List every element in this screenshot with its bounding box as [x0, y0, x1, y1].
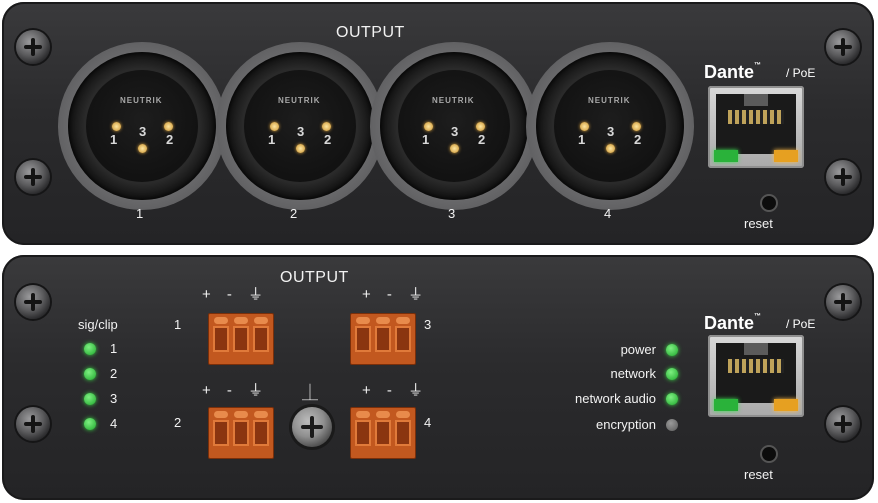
sig-clip-led-1: [84, 343, 96, 355]
terminal-block-output-3[interactable]: [350, 313, 416, 365]
xlr-output-connector-1[interactable]: NEUTRIK 1 3 2: [58, 42, 226, 210]
panel-screw-icon: [16, 407, 50, 441]
pin-label: 1: [268, 132, 276, 147]
pin-label: 2: [166, 132, 174, 147]
rj45-ethernet-port[interactable]: [708, 335, 804, 417]
ground-screw-icon[interactable]: [292, 407, 332, 447]
terminal-block-output-2[interactable]: [208, 407, 274, 459]
pin-label: 2: [478, 132, 486, 147]
panel-screw-icon: [826, 160, 860, 194]
pin-label: 3: [451, 124, 459, 139]
terminal-number-4: 4: [424, 415, 432, 430]
panel-screw-icon: [826, 285, 860, 319]
pin-label: 1: [422, 132, 430, 147]
panel-screw-icon: [826, 407, 860, 441]
poe-label: / PoE: [786, 317, 816, 331]
neutrik-brand: NEUTRIK: [120, 96, 163, 105]
sig-clip-led-2: [84, 368, 96, 380]
connector-number-3: 3: [448, 206, 456, 221]
network-led: [666, 368, 678, 380]
pin-label: 3: [297, 124, 305, 139]
panel-screw-icon: [16, 285, 50, 319]
sig-clip-channel-2: 2: [110, 366, 118, 381]
bottom-panel-title: OUTPUT: [280, 269, 349, 286]
polarity-label: + - ⏚: [362, 382, 430, 399]
reset-label: reset: [744, 216, 773, 231]
top-output-panel: OUTPUT NEUTRIK 1 3 2 1 NEUTRIK 1 3 2 2 N…: [2, 2, 874, 245]
xlr-pin-icon: [424, 122, 433, 131]
xlr-pin-icon: [606, 144, 615, 153]
pin-label: 2: [634, 132, 642, 147]
connector-number-4: 4: [604, 206, 612, 221]
panel-screw-icon: [826, 30, 860, 64]
trademark: ™: [754, 313, 762, 320]
poe-label: / PoE: [786, 66, 816, 80]
pin-label: 3: [139, 124, 147, 139]
pin-label: 3: [607, 124, 615, 139]
sig-clip-label: sig/clip: [78, 317, 118, 332]
neutrik-brand: NEUTRIK: [278, 96, 321, 105]
status-label-encryption: encryption: [596, 417, 656, 432]
xlr-pin-icon: [632, 122, 641, 131]
trademark: ™: [754, 62, 762, 69]
sig-clip-led-3: [84, 393, 96, 405]
terminal-number-1: 1: [174, 317, 182, 332]
reset-button[interactable]: [762, 447, 776, 461]
status-label-network: network: [610, 366, 656, 381]
panel-screw-icon: [16, 160, 50, 194]
sig-clip-channel-1: 1: [110, 341, 118, 356]
pin-label: 2: [324, 132, 332, 147]
reset-button[interactable]: [762, 196, 776, 210]
xlr-pin-icon: [450, 144, 459, 153]
activity-led-icon: [774, 150, 798, 162]
status-label-power: power: [620, 342, 656, 357]
dante-logo-text: Dante: [704, 313, 755, 333]
panel-screw-icon: [16, 30, 50, 64]
xlr-output-connector-3[interactable]: NEUTRIK 1 3 2: [370, 42, 538, 210]
terminal-block-output-1[interactable]: [208, 313, 274, 365]
terminal-number-2: 2: [174, 415, 182, 430]
activity-led-icon: [774, 399, 798, 411]
xlr-output-connector-2[interactable]: NEUTRIK 1 3 2: [216, 42, 384, 210]
network-audio-led: [666, 393, 678, 405]
polarity-label: + - ⏚: [202, 382, 270, 399]
pin-label: 1: [578, 132, 586, 147]
bottom-output-panel: OUTPUT sig/clip 1 2 3 4 + - ⏚ 1 + - ⏚ 2 …: [2, 255, 874, 500]
xlr-pin-icon: [580, 122, 589, 131]
power-led: [666, 344, 678, 356]
terminal-block-output-4[interactable]: [350, 407, 416, 459]
sig-clip-led-4: [84, 418, 96, 430]
neutrik-brand: NEUTRIK: [432, 96, 475, 105]
pin-label: 1: [110, 132, 118, 147]
chassis-ground-icon: ⏊: [302, 385, 319, 402]
status-label-network-audio: network audio: [575, 391, 656, 406]
xlr-pin-icon: [322, 122, 331, 131]
reset-label: reset: [744, 467, 773, 482]
link-led-icon: [714, 150, 738, 162]
xlr-pin-icon: [270, 122, 279, 131]
xlr-pin-icon: [112, 122, 121, 131]
connector-number-2: 2: [290, 206, 298, 221]
polarity-label: + - ⏚: [362, 286, 430, 303]
encryption-led: [666, 419, 678, 431]
dante-logo-text: Dante: [704, 62, 755, 82]
dante-logo: Dante™: [704, 313, 761, 334]
polarity-label: + - ⏚: [202, 286, 270, 303]
link-led-icon: [714, 399, 738, 411]
dante-logo: Dante™: [704, 62, 761, 83]
sig-clip-channel-3: 3: [110, 391, 118, 406]
xlr-pin-icon: [164, 122, 173, 131]
xlr-output-connector-4[interactable]: NEUTRIK 1 3 2: [526, 42, 694, 210]
xlr-pin-icon: [296, 144, 305, 153]
rj45-ethernet-port[interactable]: [708, 86, 804, 168]
terminal-number-3: 3: [424, 317, 432, 332]
connector-number-1: 1: [136, 206, 144, 221]
sig-clip-channel-4: 4: [110, 416, 118, 431]
neutrik-brand: NEUTRIK: [588, 96, 631, 105]
xlr-pin-icon: [476, 122, 485, 131]
xlr-pin-icon: [138, 144, 147, 153]
top-panel-title: OUTPUT: [336, 24, 405, 41]
